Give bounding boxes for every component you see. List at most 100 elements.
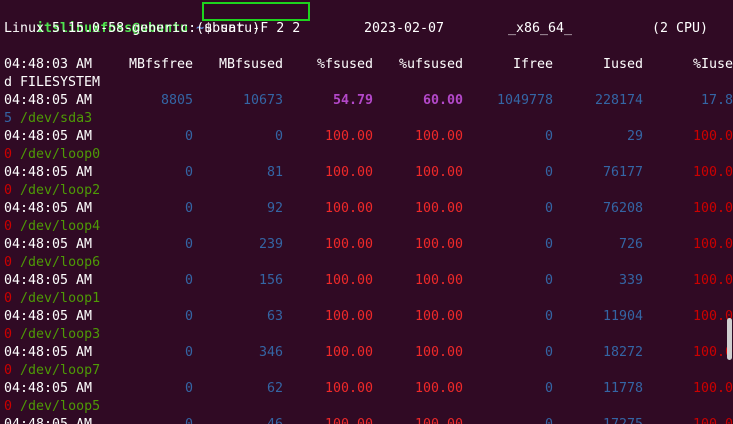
cell-mbfsused: 10673	[242, 93, 283, 108]
cell-mbfsfree: 0	[184, 345, 193, 360]
cell-iuse: 100.0	[692, 273, 733, 288]
cell-fsused: 100.00	[324, 237, 373, 252]
cell-ifree: 0	[545, 416, 553, 424]
cell-ufsused: 100.00	[414, 345, 463, 360]
cell-iuse: 17.8	[700, 93, 733, 108]
cell-ufsused: 100.00	[414, 165, 463, 180]
cell-iuse: 100.0	[693, 416, 733, 424]
cell-ifree: 0	[544, 345, 553, 360]
row-wrap-line: 0 /dev/loop0	[4, 146, 100, 164]
row-time: 04:48:05 AM	[4, 309, 93, 324]
cell-ifree: 0	[544, 129, 553, 144]
cell-mbfsused: 62	[266, 381, 283, 396]
row-wrap-line: 0 /dev/loop7	[4, 362, 100, 380]
table-row: 04:48:05 AM 0 62 100.00 100.00 0 11778 100.0	[4, 380, 733, 398]
cell-ifree: 1049778	[496, 93, 553, 108]
cpu-count: (2 CPU)	[652, 21, 709, 36]
cell-iused: 339	[618, 273, 643, 288]
cell-mbfsused: 0	[274, 129, 283, 144]
system-info-line: Linux 5.15.0-58-generic (ubuntu) 2023-02…	[4, 20, 733, 38]
cell-iuse: 100.0	[692, 381, 733, 396]
cell-ifree: 0	[544, 273, 553, 288]
wrapped-percent-digit: 0	[4, 399, 13, 414]
wrapped-percent-digit: 0	[4, 291, 13, 306]
cell-ifree: 0	[544, 201, 553, 216]
row-wrap-line: 0 /dev/loop4	[4, 218, 100, 236]
header-fsused: %fsused	[316, 57, 373, 72]
cell-ufsused: 100.00	[414, 201, 463, 216]
cell-mbfsused: 346	[258, 345, 283, 360]
cell-iused: 17275	[603, 416, 643, 424]
row-time: 04:48:05 AM	[4, 381, 93, 396]
cell-fsused: 100.00	[324, 165, 373, 180]
cell-iused: 18272	[602, 345, 643, 360]
wrapped-percent-digit: 0	[4, 363, 13, 378]
cell-fsused: 100.00	[324, 381, 373, 396]
row-wrap-line: 0 /dev/loop6	[4, 254, 100, 272]
cell-mbfsfree: 0	[184, 201, 193, 216]
wrapped-percent-digit: 5	[4, 111, 13, 126]
cell-iuse: 100.0	[692, 237, 733, 252]
cell-iuse: 100.0	[692, 129, 733, 144]
row-wrap-line: 0 /dev/loop1	[4, 290, 100, 308]
wrapped-percent-digit: 0	[4, 147, 13, 162]
cell-ifree: 0	[544, 309, 553, 324]
table-row: 04:48:05 AM 8805 10673 54.79 60.00 1049778 228…	[4, 92, 733, 110]
row-time: 04:48:05 AM	[4, 201, 93, 216]
terminal-window[interactable]: ] [ ] ] ] ] [ ] ] ] itslinuxfoss@ubuntu:…	[0, 0, 733, 424]
table-row: 04:48:05 AM 0 92 100.00 100.00 0 76208 100.0	[4, 200, 733, 218]
cell-iused: 11778	[602, 381, 643, 396]
header-iuse: %Iuse	[692, 57, 733, 72]
row-time: 04:48:05 AM	[4, 273, 93, 288]
cell-fsused: 100.00	[324, 345, 373, 360]
cell-mbfsused: 239	[258, 237, 283, 252]
cell-mbfsfree: 0	[184, 237, 193, 252]
cell-ifree: 0	[544, 237, 553, 252]
row-time: 04:48:05 AM	[4, 165, 93, 180]
header-ifree: Ifree	[512, 57, 553, 72]
row-wrap-line: 0 /dev/loop3	[4, 326, 100, 344]
header-mbfsfree: MBfsfree	[128, 57, 193, 72]
cell-mbfsused: 46	[267, 416, 283, 424]
cell-ufsused: 100.00	[414, 273, 463, 288]
column-header-line: 04:48:03 AM MBfsfree MBfsused %fsused %u…	[4, 56, 733, 74]
filesystem-device: /dev/loop1	[20, 291, 101, 306]
cell-mbfsused: 92	[266, 201, 283, 216]
table-row: 04:48:05 AM 0 346 100.00 100.00 0 18272 100.0	[4, 344, 733, 362]
cell-ifree: 0	[544, 381, 553, 396]
cell-mbfsfree: 0	[184, 381, 193, 396]
scrollbar-thumb[interactable]	[727, 318, 732, 360]
wrapped-percent-digit: 0	[4, 255, 13, 270]
cell-iused: 29	[626, 129, 643, 144]
cell-fsused: 54.79	[332, 93, 373, 108]
table-row: 04:48:05 AM 0 46 100.00 100.00 0 17275 100.0	[4, 416, 733, 424]
table-row: 04:48:05 AM 0 81 100.00 100.00 0 76177 100.0	[4, 164, 733, 182]
header-time: 04:48:03 AM	[4, 57, 93, 72]
cell-ufsused: 60.00	[422, 93, 463, 108]
filesystem-device: /dev/sda3	[20, 111, 93, 126]
cell-iused: 228174	[594, 93, 643, 108]
table-row: 04:48:05 AM 0 0 100.00 100.00 0 29 100.0	[4, 128, 733, 146]
filesystem-device: /dev/loop3	[20, 327, 101, 342]
cell-fsused: 100.00	[324, 201, 373, 216]
cell-iused: 11904	[602, 309, 643, 324]
cell-mbfsfree: 0	[184, 165, 193, 180]
cell-ufsused: 100.00	[414, 309, 463, 324]
report-date: 2023-02-07	[364, 21, 445, 36]
command-highlight-box	[202, 2, 310, 21]
wrapped-percent-digit: 0	[4, 219, 13, 234]
wrapped-percent-digit: 0	[4, 183, 13, 198]
wrapped-percent-digit: 0	[4, 327, 13, 342]
row-wrap-line: 0 /dev/loop5	[4, 398, 100, 416]
cell-mbfsfree: 8805	[160, 93, 193, 108]
cell-fsused: 100.00	[324, 129, 373, 144]
table-row: 04:48:05 AM 0 239 100.00 100.00 0 726 100.0	[4, 236, 733, 254]
cell-ufsused: 100.00	[414, 381, 463, 396]
cell-iused: 76177	[602, 165, 643, 180]
header-ufsused: %ufsused	[398, 57, 463, 72]
cell-ufsused: 100.00	[414, 129, 463, 144]
filesystem-device: /dev/loop5	[20, 399, 101, 414]
kernel-info: Linux 5.15.0-58-generic (ubuntu)	[4, 21, 261, 36]
table-row: 04:48:05 AM 0 63 100.00 100.00 0 11904 100.0	[4, 308, 733, 326]
cell-mbfsused: 81	[266, 165, 283, 180]
